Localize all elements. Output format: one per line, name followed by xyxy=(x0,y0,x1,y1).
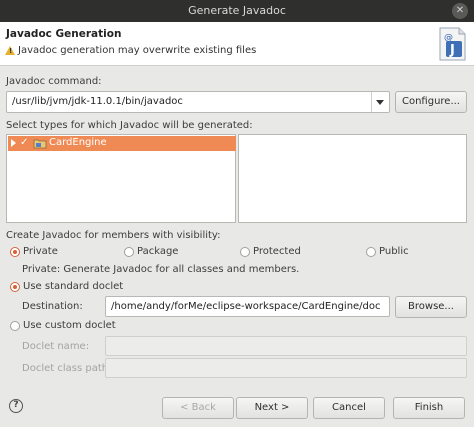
standard-doclet-radio[interactable] xyxy=(10,282,20,292)
standard-doclet-label[interactable]: Use standard doclet xyxy=(23,281,123,292)
visibility-label: Create Javadoc for members with visibili… xyxy=(6,230,221,241)
window-title: Generate Javadoc xyxy=(188,4,286,17)
finish-button[interactable]: Finish xyxy=(393,397,465,419)
wizard-header: Javadoc Generation ! Javadoc generation … xyxy=(0,22,474,66)
wizard-icon-letter: J xyxy=(449,43,455,58)
page-title: Javadoc Generation xyxy=(6,28,122,40)
doclet-name-field[interactable] xyxy=(105,336,467,356)
package-radio-label[interactable]: Package xyxy=(137,246,178,257)
public-radio-label[interactable]: Public xyxy=(379,246,409,257)
protected-radio-label[interactable]: Protected xyxy=(253,246,301,257)
doclet-class-path-field[interactable] xyxy=(105,358,467,378)
project-icon xyxy=(33,139,47,149)
configure-button[interactable]: Configure... xyxy=(395,91,467,113)
javadoc-command-combo[interactable]: /usr/lib/jvm/jdk-11.0.1/bin/javadoc xyxy=(6,91,390,113)
javadoc-wizard-icon: @ J xyxy=(439,27,466,61)
javadoc-command-value: /usr/lib/jvm/jdk-11.0.1/bin/javadoc xyxy=(12,96,183,107)
window-titlebar: Generate Javadoc ✕ xyxy=(0,0,474,22)
custom-doclet-radio[interactable] xyxy=(10,321,20,331)
doclet-name-label: Doclet name: xyxy=(22,341,90,352)
help-icon[interactable]: ? xyxy=(9,399,23,413)
protected-radio[interactable] xyxy=(240,247,250,257)
tree-item-cardengine[interactable]: ✓ CardEngine xyxy=(8,136,236,151)
destination-label: Destination: xyxy=(22,301,83,312)
browse-button[interactable]: Browse... xyxy=(395,296,467,318)
package-radio[interactable] xyxy=(124,247,134,257)
close-icon[interactable]: ✕ xyxy=(452,3,468,19)
header-message: Javadoc generation may overwrite existin… xyxy=(18,45,257,56)
warning-icon-mark: ! xyxy=(9,47,13,55)
next-button[interactable]: Next > xyxy=(236,397,308,419)
types-label: Select types for which Javadoc will be g… xyxy=(6,120,253,131)
doclet-class-path-label: Doclet class path: xyxy=(22,363,112,374)
types-detail-list[interactable] xyxy=(238,134,467,223)
tree-item-label: CardEngine xyxy=(49,137,107,148)
cancel-button[interactable]: Cancel xyxy=(313,397,385,419)
public-radio[interactable] xyxy=(366,247,376,257)
private-radio-label[interactable]: Private xyxy=(23,246,58,257)
types-tree[interactable]: ✓ CardEngine xyxy=(6,134,236,223)
custom-doclet-label[interactable]: Use custom doclet xyxy=(23,320,116,331)
visibility-description: Private: Generate Javadoc for all classe… xyxy=(22,264,300,275)
destination-field[interactable]: /home/andy/forMe/eclipse-workspace/CardE… xyxy=(105,296,390,317)
destination-value: /home/andy/forMe/eclipse-workspace/CardE… xyxy=(111,301,381,312)
back-button[interactable]: < Back xyxy=(162,397,234,419)
checkbox-icon[interactable]: ✓ xyxy=(20,137,32,149)
chevron-down-icon[interactable] xyxy=(371,92,389,112)
expand-icon[interactable] xyxy=(11,139,16,147)
javadoc-command-label: Javadoc command: xyxy=(6,76,102,87)
private-radio[interactable] xyxy=(10,247,20,257)
